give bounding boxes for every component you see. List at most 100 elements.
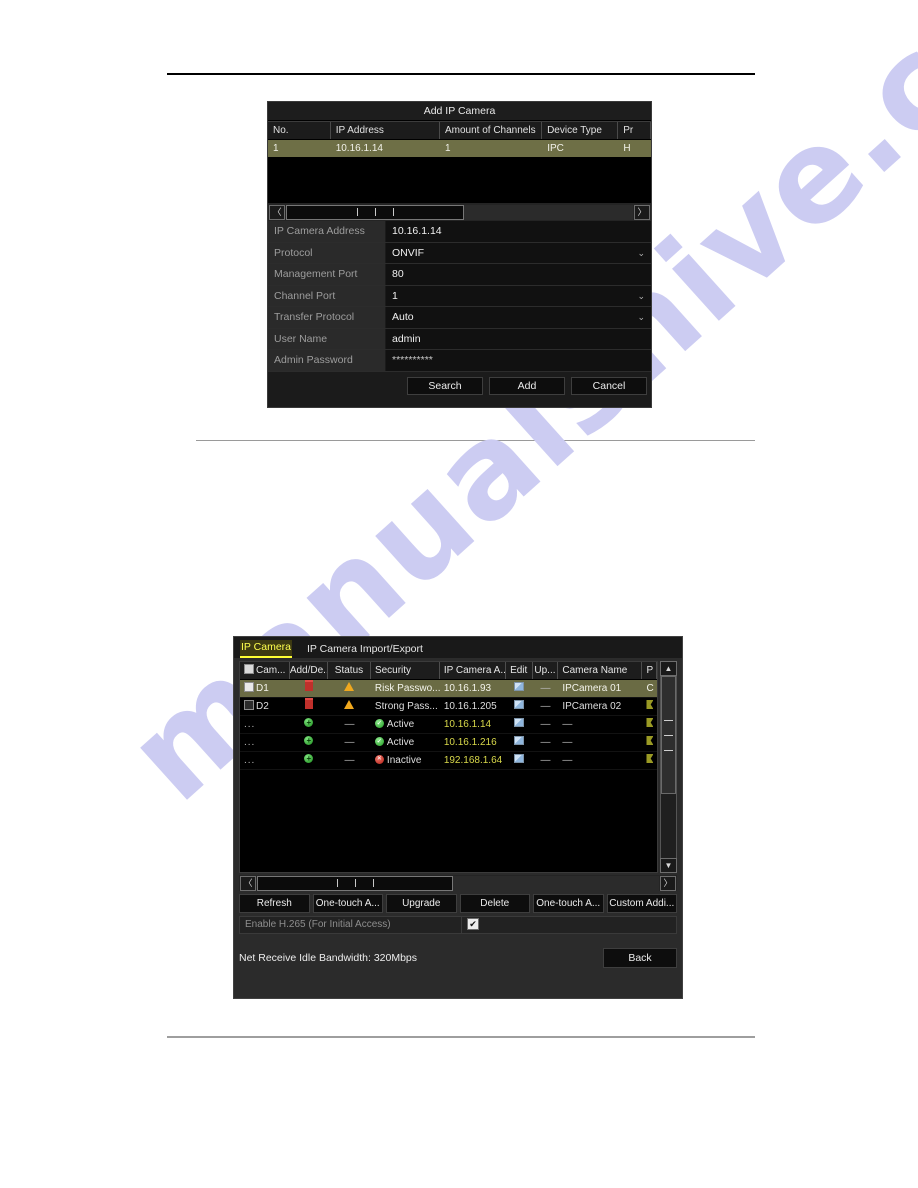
column-header-device: Device Type [542, 122, 619, 139]
custom-adding-button[interactable]: Custom Addi... [606, 894, 677, 913]
cell-ip-address: 10.16.1.14 [443, 719, 492, 730]
security-label: Active [386, 719, 415, 730]
edit-icon[interactable] [514, 718, 525, 727]
field-label: User Name [268, 328, 386, 349]
scroll-thumb[interactable] [286, 204, 464, 220]
cell-edit[interactable] [506, 752, 533, 769]
field-management-port: Management Port 80 [268, 264, 651, 286]
channel-port-value: 1 [392, 289, 398, 302]
security-label: Active [386, 737, 415, 748]
table-row[interactable]: ... — Active 10.16.1.216 — — [240, 734, 657, 752]
chevron-down-icon[interactable]: ▼ [660, 858, 677, 873]
footer-rule [167, 1036, 755, 1038]
dialog-footer: Net Receive Idle Bandwidth: 320Mbps Back [239, 948, 677, 968]
edit-icon[interactable] [514, 736, 525, 745]
cell-add-delete[interactable] [290, 716, 328, 733]
cell-upgrade: — [540, 719, 551, 730]
add-icon[interactable] [304, 718, 314, 727]
cell-edit[interactable] [506, 734, 533, 751]
cell-channel[interactable]: D2 [240, 698, 290, 715]
security-label: Inactive [386, 755, 422, 766]
user-name-input[interactable]: admin [386, 328, 651, 349]
add-icon[interactable] [304, 736, 314, 745]
search-button[interactable]: Search [407, 376, 483, 395]
field-label: Protocol [268, 242, 386, 263]
add-button[interactable]: Add [489, 376, 565, 395]
cell-add-delete[interactable] [290, 698, 328, 715]
admin-password-input[interactable]: ********** [386, 350, 651, 371]
tab-ip-camera[interactable]: IP Camera [240, 640, 292, 658]
delete-icon[interactable] [304, 698, 313, 709]
scroll-thumb[interactable] [661, 676, 676, 794]
select-all-checkbox[interactable] [244, 664, 254, 674]
back-button[interactable]: Back [603, 948, 677, 968]
upgrade-button[interactable]: Upgrade [386, 894, 457, 913]
cell-edit[interactable] [506, 716, 533, 733]
cell-edit[interactable] [506, 698, 533, 715]
dialog-body: Cam... Add/De... Status Security IP Came… [234, 658, 682, 968]
transfer-protocol-select[interactable]: Auto ⌄ [386, 307, 651, 328]
edit-icon[interactable] [514, 700, 525, 709]
bandwidth-status: Net Receive Idle Bandwidth: 320Mbps [239, 952, 418, 964]
chevron-left-icon[interactable]: 〈 [269, 204, 285, 220]
tab-ip-camera-import-export[interactable]: IP Camera Import/Export [306, 642, 424, 658]
cell-channel: ... [244, 719, 256, 730]
enable-h265-checkbox-cell[interactable] [462, 918, 676, 932]
field-channel-port: Channel Port 1 ⌄ [268, 285, 651, 307]
flag-icon [646, 754, 654, 763]
row-checkbox[interactable] [244, 682, 254, 692]
cell-add-delete[interactable] [290, 680, 328, 697]
column-header-channels: Amount of Channels [440, 122, 543, 139]
one-touch-add-button[interactable]: One-touch A... [533, 894, 604, 913]
refresh-button[interactable]: Refresh [239, 894, 310, 913]
channel-port-select[interactable]: 1 ⌄ [386, 285, 651, 306]
column-header-camera[interactable]: Cam... [240, 662, 290, 679]
horizontal-scrollbar[interactable]: 〈 〉 [268, 203, 651, 221]
protocol-select[interactable]: ONVIF ⌄ [386, 242, 651, 263]
table-row[interactable]: D2 Strong Pass... 10.16.1.205 — IPCamera… [240, 698, 657, 716]
row-checkbox[interactable] [244, 700, 254, 710]
column-header-label: Cam... [256, 665, 286, 676]
chevron-right-icon[interactable]: 〉 [634, 204, 650, 220]
table-row[interactable]: D1 Risk Passwo... 10.16.1.93 — IPCamera … [240, 680, 657, 698]
cell-no: 1 [273, 143, 279, 154]
enable-h265-checkbox[interactable] [467, 918, 479, 930]
cell-add-delete[interactable] [290, 752, 328, 769]
delete-button[interactable]: Delete [459, 894, 530, 913]
horizontal-scrollbar[interactable]: 〈 〉 [239, 875, 677, 891]
scroll-track[interactable] [286, 204, 633, 220]
delete-icon[interactable] [304, 680, 313, 691]
scroll-thumb[interactable] [257, 875, 453, 891]
chevron-left-icon[interactable]: 〈 [240, 875, 256, 891]
flag-icon [646, 700, 654, 709]
field-label: IP Camera Address [268, 221, 386, 242]
cell-protocol: C [646, 683, 654, 694]
cell-device: IPC [547, 143, 564, 154]
cell-protocol [642, 698, 657, 715]
chevron-right-icon[interactable]: 〉 [660, 875, 676, 891]
cell-edit[interactable] [506, 680, 533, 697]
action-button-bar: Refresh One-touch A... Upgrade Delete On… [239, 894, 677, 913]
cell-add-delete[interactable] [290, 734, 328, 751]
cell-status: — [344, 755, 355, 766]
field-user-name: User Name admin [268, 328, 651, 350]
vertical-scrollbar[interactable]: ▲ ▼ [660, 661, 677, 873]
management-port-input[interactable]: 80 [386, 264, 651, 285]
cancel-button[interactable]: Cancel [571, 376, 647, 395]
one-touch-activate-button[interactable]: One-touch A... [312, 894, 383, 913]
flag-icon [646, 736, 654, 745]
table-row[interactable]: ... — Inactive 192.168.1.64 — — [240, 752, 657, 770]
add-icon[interactable] [304, 754, 314, 763]
cell-channel[interactable]: D1 [240, 680, 290, 697]
edit-icon[interactable] [514, 682, 525, 691]
ip-camera-address-input[interactable]: 10.16.1.14 [386, 221, 651, 242]
table-row[interactable]: ... — Active 10.16.1.14 — — [240, 716, 657, 734]
scroll-track[interactable] [660, 676, 677, 858]
channel-label: D1 [256, 683, 269, 694]
table-row[interactable]: 1 10.16.1.14 1 IPC H [268, 140, 651, 157]
edit-icon[interactable] [514, 754, 525, 763]
scroll-track[interactable] [257, 875, 659, 891]
chevron-up-icon[interactable]: ▲ [660, 661, 677, 676]
cell-security: Active [371, 716, 440, 733]
column-header-protocol: P [642, 662, 657, 679]
